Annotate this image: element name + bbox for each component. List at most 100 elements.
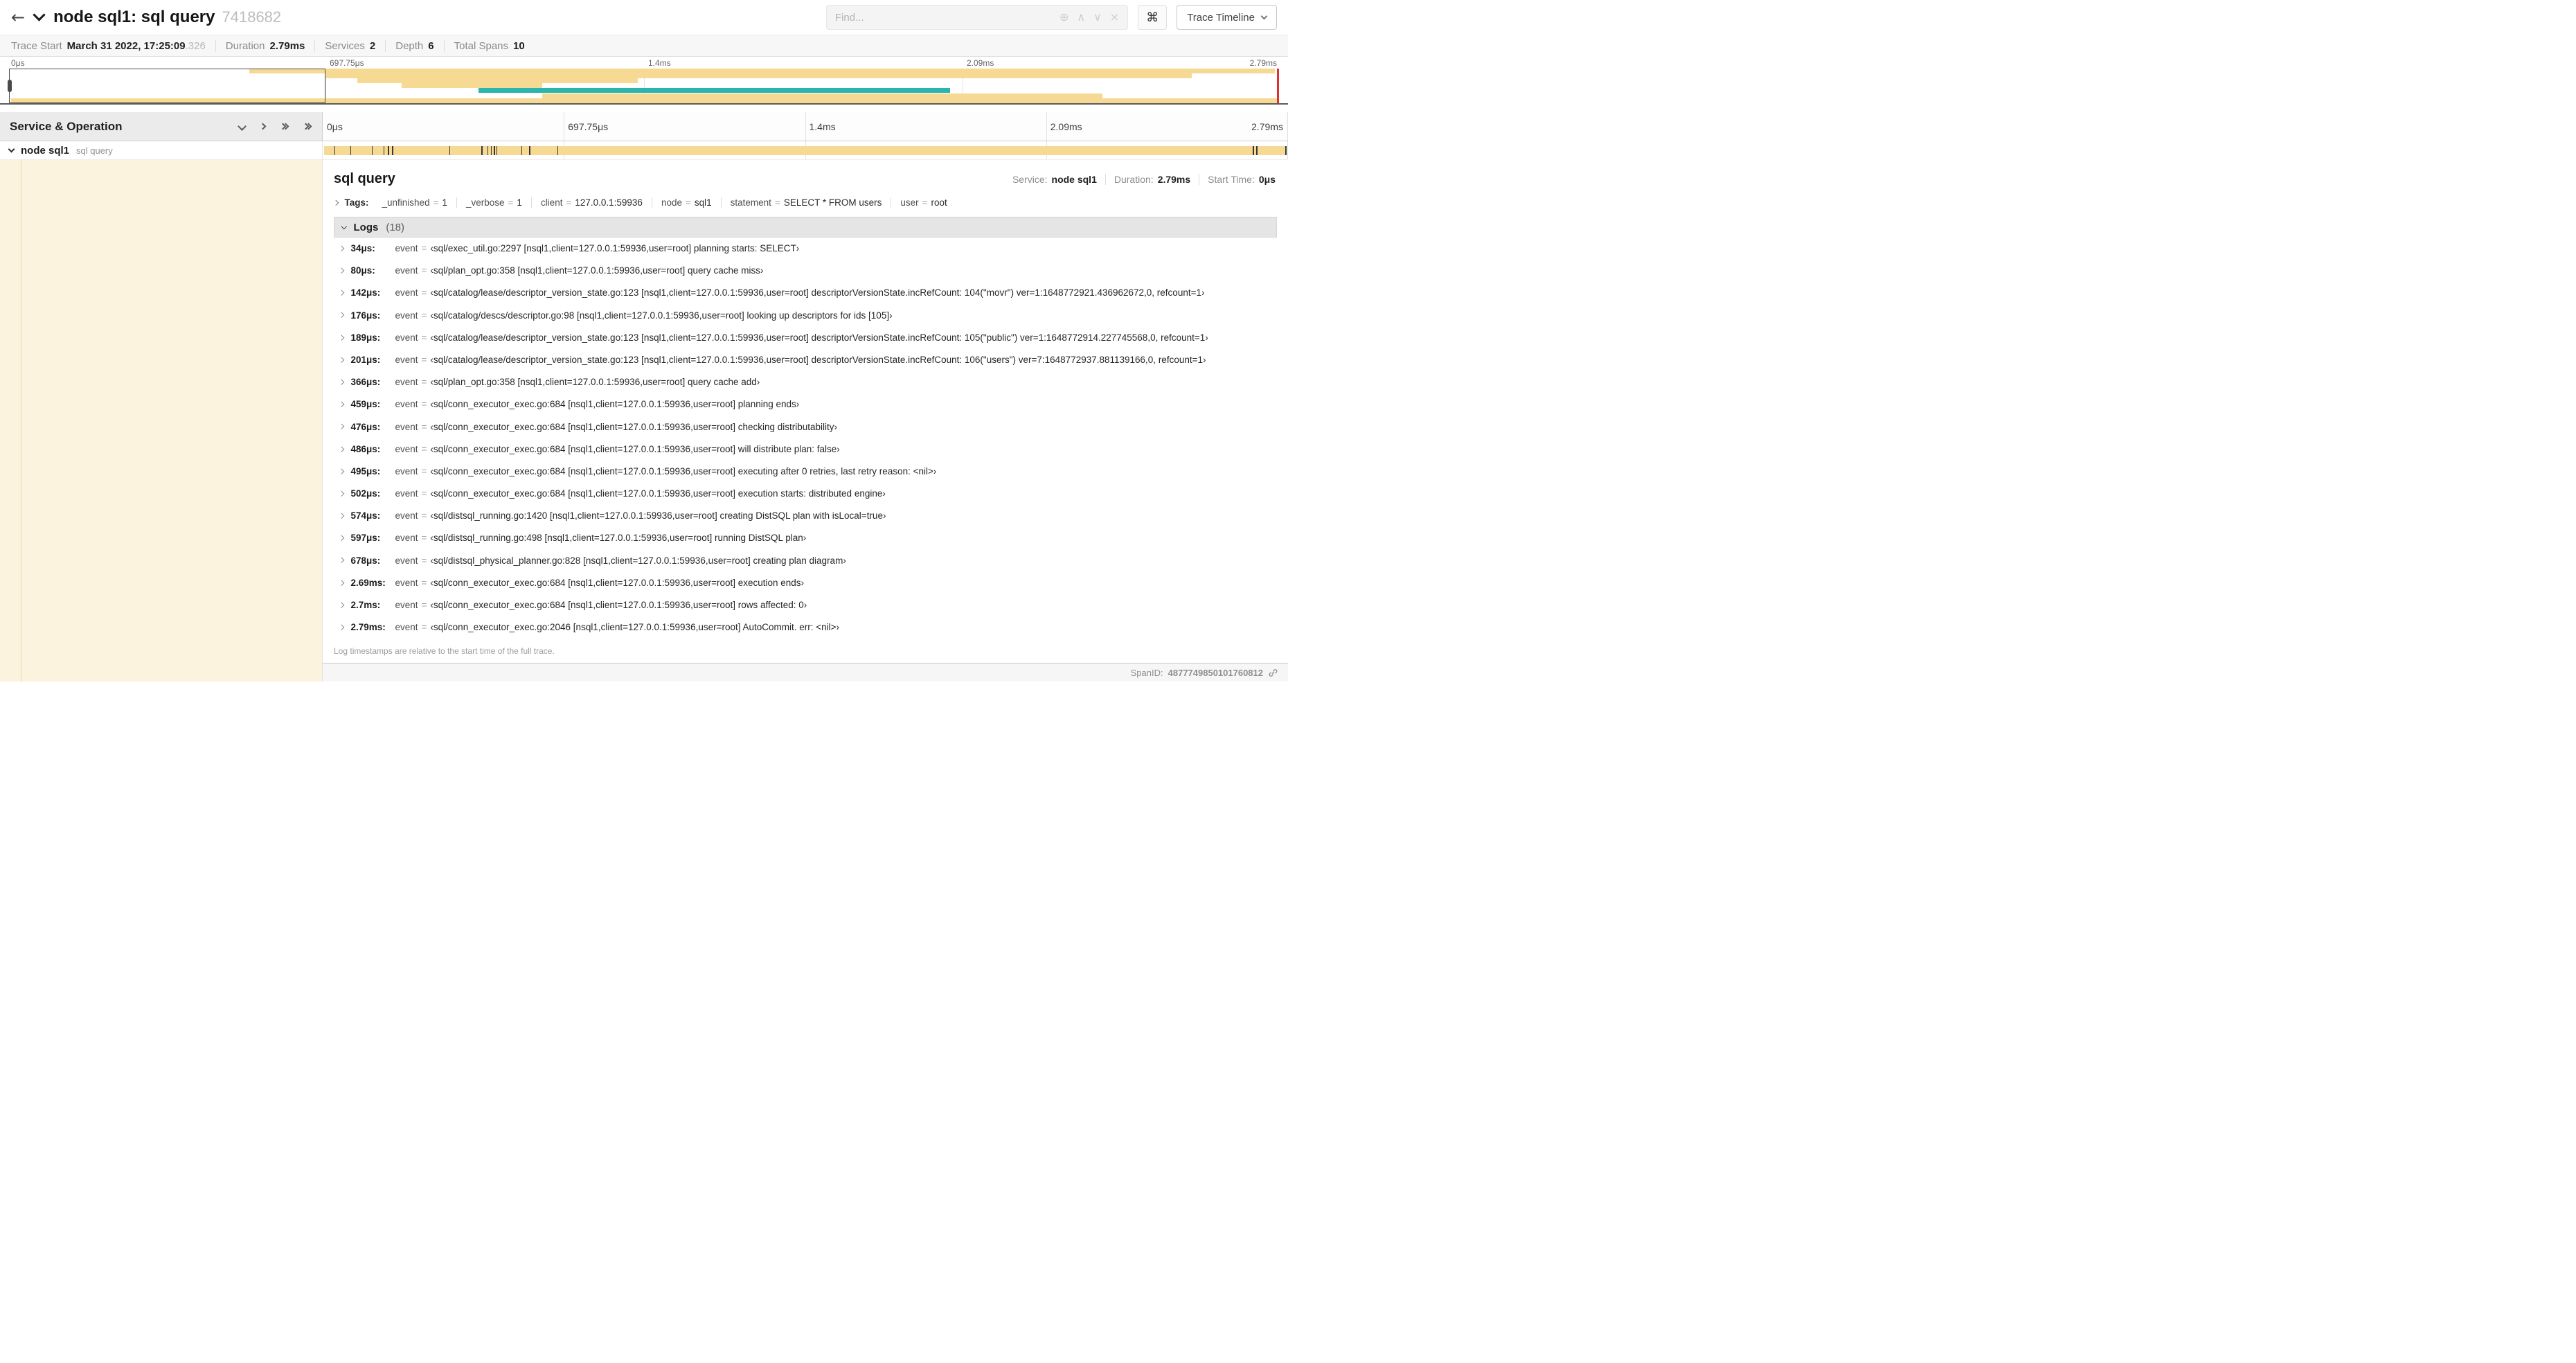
chevron-right-icon xyxy=(338,267,344,274)
log-value: ‹sql/plan_opt.go:358 [nsql1,client=127.0… xyxy=(430,265,764,276)
next-result-icon[interactable]: ∨ xyxy=(1089,12,1106,23)
log-row[interactable]: 459μs: event = ‹sql/conn_executor_exec.go:… xyxy=(334,393,1277,416)
log-value: ‹sql/conn_executor_exec.go:684 [nsql1,cl… xyxy=(430,443,840,454)
tag-key: _unfinished xyxy=(382,197,430,208)
log-row[interactable]: 189μs: event = ‹sql/catalog/lease/descript… xyxy=(334,327,1277,349)
log-row[interactable]: 34μs: event = ‹sql/exec_util.go:2297 [nsql… xyxy=(334,238,1277,260)
span-bar-track[interactable] xyxy=(323,141,1288,159)
back-button[interactable]: ← xyxy=(11,9,25,26)
page-title: node sql1: sql query 7418682 xyxy=(53,8,281,27)
prev-result-icon[interactable]: ∧ xyxy=(1073,12,1089,23)
log-text: event = ‹sql/catalog/lease/descriptor_vers… xyxy=(395,332,1208,344)
log-marker-tick xyxy=(557,146,558,155)
tag-item: user = root xyxy=(891,197,956,208)
log-key: event xyxy=(395,600,418,610)
chevron-down-icon xyxy=(1260,12,1268,19)
title-wrap: node sql1: sql query 7418682 xyxy=(53,8,281,27)
log-equals: = xyxy=(421,533,427,544)
log-timestamp: 2.69ms: xyxy=(350,577,386,588)
timeline-ruler: 0μs 697.75μs 1.4ms 2.09ms 2.79ms xyxy=(323,112,1288,141)
tag-item: _verbose = 1 xyxy=(457,197,532,208)
collapse-all-button[interactable] xyxy=(279,123,289,130)
minimap-scrubber[interactable] xyxy=(7,69,325,103)
minimap-span-bar xyxy=(357,78,638,84)
meta-label: Duration: xyxy=(1113,174,1154,185)
log-row[interactable]: 142μs: event = ‹sql/catalog/lease/descript… xyxy=(334,282,1277,304)
minimap-span-bar xyxy=(402,83,542,89)
log-row[interactable]: 80μs: event = ‹sql/plan_opt.go:358 [nsql1,… xyxy=(334,260,1277,282)
find-input[interactable] xyxy=(826,6,1055,29)
zoom-in-icon[interactable]: ⊕ xyxy=(1055,12,1073,23)
tags-row[interactable]: Tags: _unfinished = 1 _verbose = 1 client = 12… xyxy=(323,191,1288,215)
timeline-gridline xyxy=(1046,112,1047,141)
view-label: Trace Timeline xyxy=(1187,11,1255,24)
log-key: event xyxy=(395,555,418,566)
link-icon[interactable] xyxy=(1268,668,1278,678)
chevron-right-icon xyxy=(338,446,344,452)
chevron-right-icon xyxy=(338,312,344,319)
log-timestamp: 486μs: xyxy=(350,443,381,454)
log-value: ‹sql/catalog/lease/descriptor_version_st… xyxy=(430,354,1206,365)
log-row[interactable]: 2.69ms: event = ‹sql/conn_executor_exec.go… xyxy=(334,572,1277,594)
expand-all-button[interactable] xyxy=(302,123,312,130)
chevron-right-icon xyxy=(338,379,344,385)
log-text: event = ‹sql/conn_executor_exec.go:684 [ns… xyxy=(395,600,807,611)
keyboard-shortcuts-button[interactable]: ⌘ xyxy=(1138,5,1168,30)
expand-one-button[interactable] xyxy=(259,123,267,130)
log-value: ‹sql/conn_executor_exec.go:684 [nsql1,cl… xyxy=(430,577,805,588)
log-row[interactable]: 597μs: event = ‹sql/distsql_running.go:498… xyxy=(334,527,1277,549)
log-row[interactable]: 2.7ms: event = ‹sql/conn_executor_exec.go:… xyxy=(334,594,1277,616)
minimap-canvas[interactable] xyxy=(7,69,1281,103)
meta-value: node sql1 xyxy=(1051,174,1097,185)
span-detail-panel: sql query Service: node sql1 Duration: 2… xyxy=(323,160,1288,663)
log-key: event xyxy=(395,622,418,633)
span-operation-name: sql query xyxy=(76,145,113,156)
log-text: event = ‹sql/conn_executor_exec.go:684 [ns… xyxy=(395,422,838,433)
tag-key: client xyxy=(540,197,563,208)
trace-minimap[interactable]: 0μs 697.75μs 1.4ms 2.09ms 2.79ms xyxy=(0,57,1288,105)
log-marker-tick xyxy=(1256,146,1258,155)
spanid-value: 4877749850101760812 xyxy=(1168,667,1263,678)
log-row[interactable]: 201μs: event = ‹sql/catalog/lease/descript… xyxy=(334,349,1277,371)
log-row[interactable]: 2.79ms: event = ‹sql/conn_executor_exec.go… xyxy=(334,616,1277,639)
tag-value: sql1 xyxy=(694,197,712,208)
log-marker-tick xyxy=(1285,146,1287,155)
summary-item: Total Spans 10 xyxy=(443,39,535,52)
log-row[interactable]: 502μs: event = ‹sql/conn_executor_exec.go:… xyxy=(334,483,1277,505)
log-marker-tick xyxy=(481,146,483,155)
log-marker-tick xyxy=(496,146,498,155)
collapse-one-button[interactable] xyxy=(238,122,247,131)
log-marker-tick xyxy=(383,146,385,155)
log-timestamp: 142μs: xyxy=(350,287,381,299)
log-key: event xyxy=(395,332,418,343)
meta-item: Service: node sql1 xyxy=(1004,174,1106,185)
log-timestamp: 2.79ms: xyxy=(350,622,386,633)
clear-search-icon[interactable]: × xyxy=(1106,12,1123,23)
log-timestamp: 476μs: xyxy=(350,421,381,432)
log-marker-tick xyxy=(392,146,393,155)
span-duration-bar[interactable] xyxy=(324,146,1286,155)
trace-timeline-dropdown[interactable]: Trace Timeline xyxy=(1177,5,1277,30)
log-value: ‹sql/conn_executor_exec.go:684 [nsql1,cl… xyxy=(430,399,800,410)
log-text: event = ‹sql/conn_executor_exec.go:684 [ns… xyxy=(395,488,886,499)
log-key: event xyxy=(395,354,418,365)
log-key: event xyxy=(395,287,418,299)
logs-header[interactable]: Logs (18) xyxy=(334,217,1277,238)
time-tick-label: 2.79ms xyxy=(1251,121,1283,132)
meta-label: Service: xyxy=(1012,174,1048,185)
log-row[interactable]: 574μs: event = ‹sql/distsql_running.go:142… xyxy=(334,505,1277,527)
minimap-scrubber-handle[interactable] xyxy=(7,80,12,92)
log-value: ‹sql/distsql_physical_planner.go:828 [ns… xyxy=(430,555,846,566)
log-row[interactable]: 176μs: event = ‹sql/catalog/descs/descript… xyxy=(334,305,1277,327)
log-row[interactable]: 366μs: event = ‹sql/plan_opt.go:358 [nsql1… xyxy=(334,371,1277,393)
log-row[interactable]: 476μs: event = ‹sql/conn_executor_exec.go:… xyxy=(334,416,1277,438)
log-timestamp: 80μs: xyxy=(350,265,375,276)
span-name-column[interactable]: node sql1 sql query xyxy=(0,141,323,159)
log-row[interactable]: 678μs: event = ‹sql/distsql_physical_plann… xyxy=(334,550,1277,572)
log-row[interactable]: 486μs: event = ‹sql/conn_executor_exec.go:… xyxy=(334,438,1277,461)
log-text: event = ‹sql/conn_executor_exec.go:684 [ns… xyxy=(395,444,840,455)
log-key: event xyxy=(395,243,418,253)
chevron-right-icon xyxy=(338,402,344,407)
log-row[interactable]: 495μs: event = ‹sql/conn_executor_exec.go:… xyxy=(334,461,1277,483)
collapse-trace-chevron-icon[interactable] xyxy=(33,8,46,21)
